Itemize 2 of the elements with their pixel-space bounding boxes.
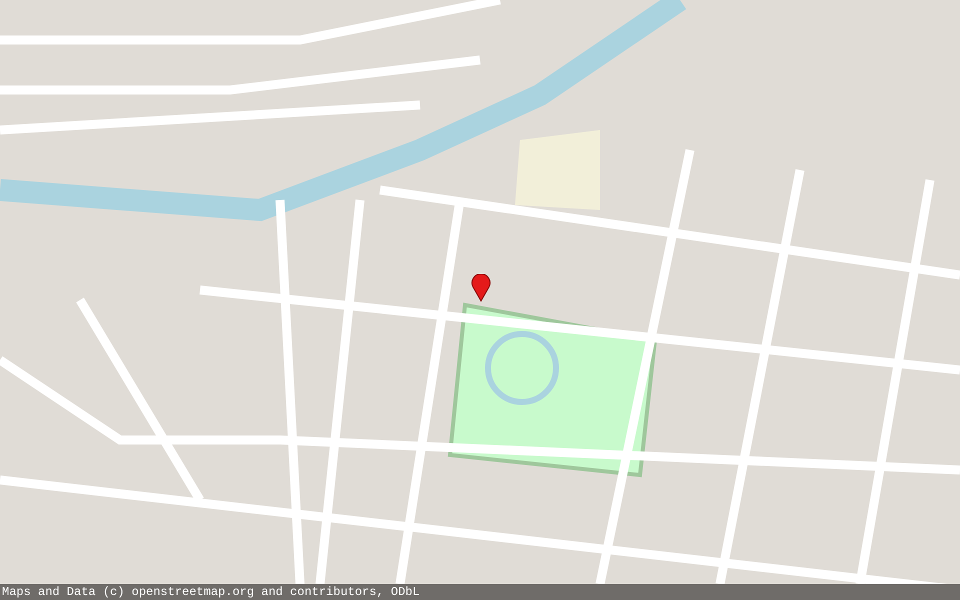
map-attribution: Maps and Data (c) openstreetmap.org and contributors, ODbL [2, 586, 420, 598]
location-pin-icon[interactable] [471, 274, 491, 302]
